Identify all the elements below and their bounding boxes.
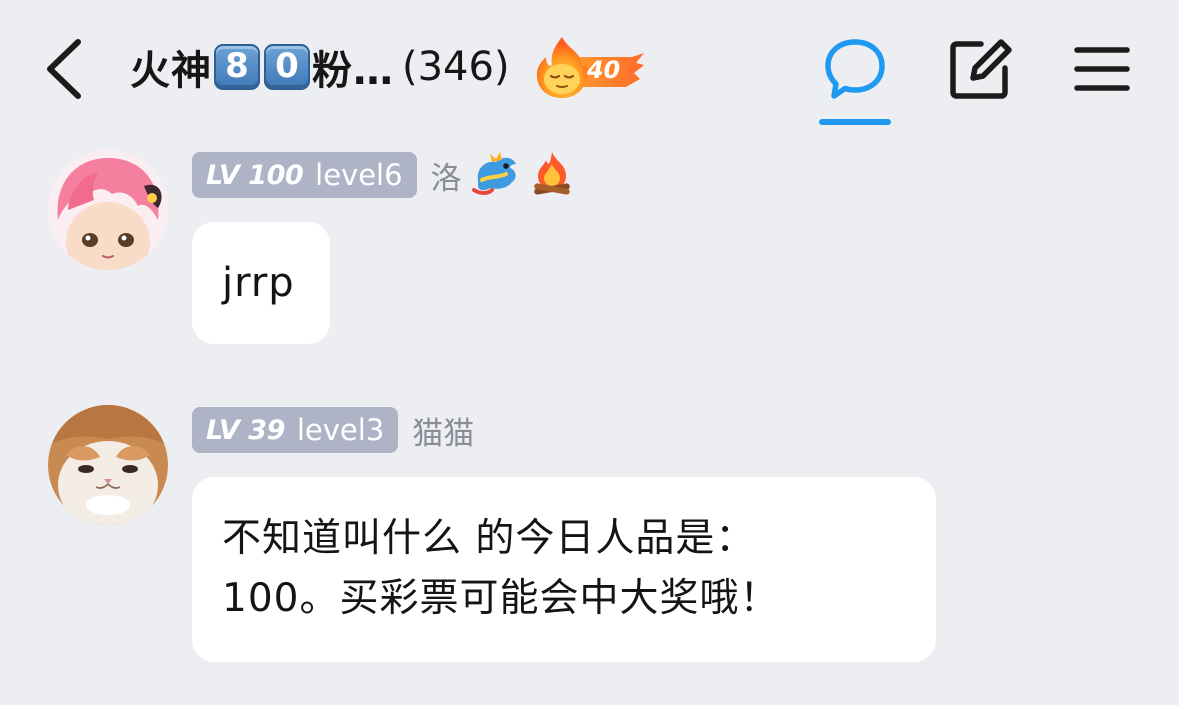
level-title: level3 bbox=[296, 413, 385, 447]
back-button[interactable] bbox=[38, 34, 98, 100]
edit-icon bbox=[950, 39, 1012, 99]
menu-icon bbox=[1074, 47, 1130, 91]
message-bubble[interactable]: 不知道叫什么 的今日人品是： 100。买彩票可能会中大奖哦！ bbox=[192, 477, 936, 662]
campfire-icon bbox=[530, 150, 574, 200]
fire-level-number: 40 bbox=[586, 56, 621, 84]
message-meta: LV 39 level3 猫猫 bbox=[192, 407, 474, 453]
chat-tab-button[interactable] bbox=[822, 36, 888, 102]
message-meta: LV 100 level6 洛 bbox=[192, 152, 574, 198]
avatar[interactable] bbox=[48, 405, 168, 525]
edit-button[interactable] bbox=[947, 36, 1013, 102]
group-fire-badge: 40 bbox=[532, 35, 644, 99]
title-suffix: 粉… bbox=[312, 48, 394, 94]
chevron-left-icon bbox=[47, 39, 81, 99]
avatar[interactable] bbox=[48, 150, 168, 270]
chat-header: 火神 8 0 粉… (346) 40 bbox=[0, 0, 1179, 135]
message-text: jrrp bbox=[222, 260, 295, 306]
sender-name[interactable]: 洛 bbox=[431, 153, 462, 198]
title-prefix: 火神 bbox=[130, 48, 212, 94]
message-text-line-1: 不知道叫什么 的今日人品是： bbox=[222, 516, 756, 561]
level-number: LV 39 bbox=[206, 414, 285, 446]
level-badge: LV 100 level6 bbox=[192, 152, 417, 198]
menu-button[interactable] bbox=[1069, 36, 1135, 102]
keycap-digit-0: 0 bbox=[264, 44, 310, 90]
member-count: (346) bbox=[402, 44, 510, 90]
level-number: LV 100 bbox=[206, 159, 304, 191]
level-title: level6 bbox=[315, 158, 403, 192]
cat-avatar bbox=[48, 405, 168, 525]
pink-hair-anime-avatar bbox=[48, 150, 168, 270]
level-badge: LV 39 level3 bbox=[192, 407, 399, 453]
message-text-line-2: 100。买彩票可能会中大奖哦！ bbox=[222, 576, 780, 621]
active-tab-indicator bbox=[819, 119, 891, 125]
chat-bubble-icon bbox=[825, 39, 885, 99]
message-bubble[interactable]: jrrp bbox=[192, 222, 330, 344]
dragon-icon bbox=[471, 150, 520, 200]
chat-title[interactable]: 火神 8 0 粉… (346) 40 bbox=[130, 32, 644, 102]
sender-name[interactable]: 猫猫 bbox=[412, 408, 474, 453]
keycap-digit-8: 8 bbox=[214, 44, 260, 90]
